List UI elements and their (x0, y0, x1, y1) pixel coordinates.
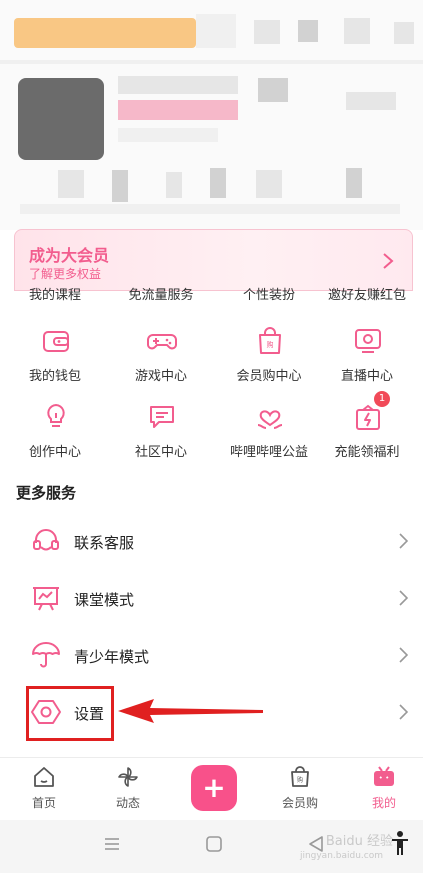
chevron-right-icon (399, 704, 408, 720)
blurred-username (14, 18, 196, 48)
blurred-block (0, 60, 423, 64)
grid-partial-label[interactable]: 邀好友赚红包 (314, 287, 420, 303)
grid-item-label: 社区中心 (134, 445, 187, 460)
grid-item-bilibili-charity[interactable]: 哔哩哔哩公益 (216, 401, 322, 475)
svg-text:购: 购 (297, 776, 303, 784)
grid-partial-label[interactable]: 我的课程 (2, 287, 108, 303)
vip-title: 成为大会员 (29, 246, 110, 265)
menu-icon[interactable] (102, 834, 122, 854)
grid-item-charge-welfare[interactable]: 1 充能领福利 (314, 391, 420, 475)
grid-item-label: 直播中心 (340, 369, 393, 384)
grid-partial-label[interactable]: 个性装扮 (216, 287, 322, 303)
grid-item-label: 游戏中心 (134, 369, 187, 384)
umbrella-icon (32, 642, 60, 668)
system-navigation-bar: Baidu 经验 jingyan.baidu.com (0, 820, 423, 873)
grid-item-creator-center[interactable]: 创作中心 (2, 401, 108, 475)
pinwheel-icon (118, 767, 138, 787)
lightbulb-icon (47, 403, 65, 427)
notification-badge: 1 (374, 391, 390, 407)
service-row-teen-mode[interactable]: 青少年模式 (0, 629, 423, 686)
blurred-block (254, 20, 280, 44)
headset-icon (33, 529, 59, 551)
publish-plus-button[interactable]: + (191, 765, 237, 811)
tab-dynamics[interactable]: 动态 (86, 758, 170, 821)
wallet-icon (43, 331, 69, 352)
avatar[interactable] (18, 78, 104, 160)
grid-item-wallet[interactable]: 我的钱包 (2, 325, 108, 399)
grid-partial-row: 我的课程 免流量服务 个性装扮 邀好友赚红包 (0, 287, 423, 305)
classroom-icon (33, 587, 59, 611)
blurred-block (344, 18, 370, 44)
blurred-block (58, 170, 84, 198)
tab-mine[interactable]: 我的 (342, 758, 423, 821)
grid-item-label: 哔哩哔哩公益 (229, 445, 308, 460)
chevron-right-icon (399, 533, 408, 549)
live-tv-icon (355, 329, 381, 353)
tab-label: 我的 (371, 796, 396, 810)
watermark-url: jingyan.baidu.com (299, 851, 383, 861)
blurred-block (20, 204, 400, 214)
chevron-right-icon (383, 253, 394, 269)
blurred-block (256, 170, 282, 198)
blurred-block (166, 172, 182, 198)
tab-label: 会员购 (281, 796, 318, 810)
tab-member-shop[interactable]: 购 会员购 (258, 758, 342, 821)
chat-icon (150, 406, 174, 428)
blurred-block (118, 128, 218, 142)
service-row-customer-service[interactable]: 联系客服 (0, 515, 423, 572)
accessibility-icon[interactable] (390, 830, 410, 856)
blurred-block (394, 22, 414, 44)
vip-banner[interactable]: 成为大会员 了解更多权益 (14, 229, 413, 291)
grid-item-label: 会员购中心 (236, 369, 302, 384)
blurred-block (118, 100, 238, 120)
blurred-block (118, 76, 238, 94)
service-label: 联系客服 (74, 534, 135, 552)
home-square-icon[interactable] (204, 834, 224, 854)
tab-label: 动态 (115, 796, 140, 810)
grid-partial-label[interactable]: 免流量服务 (108, 287, 214, 303)
tv-icon (374, 766, 394, 786)
shopping-bag-icon: 购 (291, 766, 309, 787)
service-row-classroom-mode[interactable]: 课堂模式 (0, 572, 423, 629)
grid-item-label: 我的钱包 (28, 369, 81, 384)
service-label: 青少年模式 (74, 648, 150, 666)
chevron-right-icon (399, 590, 408, 606)
gamepad-icon (147, 334, 177, 350)
tab-label: 首页 (31, 796, 56, 810)
profile-header (0, 0, 423, 230)
grid-item-live-center[interactable]: 直播中心 (314, 325, 420, 399)
blurred-block (346, 168, 362, 198)
tab-home[interactable]: 首页 (2, 758, 86, 821)
service-label: 课堂模式 (74, 591, 135, 609)
shopping-bag-icon: 购 (259, 327, 281, 354)
svg-text:购: 购 (267, 340, 274, 349)
blurred-block (258, 78, 288, 102)
chevron-right-icon (399, 647, 408, 663)
vip-subtitle: 了解更多权益 (29, 267, 102, 281)
blurred-block (196, 14, 236, 48)
red-arrow-annotation (118, 699, 263, 723)
grid-item-label: 创作中心 (28, 445, 81, 460)
watermark: Baidu 经验 (325, 834, 393, 849)
grid-item-community-center[interactable]: 社区中心 (108, 401, 214, 475)
home-icon (34, 767, 54, 787)
blurred-block (210, 168, 226, 198)
blurred-block (346, 92, 396, 110)
grid-item-game-center[interactable]: 游戏中心 (108, 325, 214, 399)
blurred-block (298, 20, 318, 42)
more-services-title: 更多服务 (16, 484, 77, 502)
grid-item-shopping-center[interactable]: 购 会员购中心 (216, 325, 322, 399)
grid-item-label: 充能领福利 (334, 445, 400, 460)
blurred-block (112, 170, 128, 202)
heart-hands-icon (257, 410, 283, 429)
highlight-box (26, 686, 114, 741)
